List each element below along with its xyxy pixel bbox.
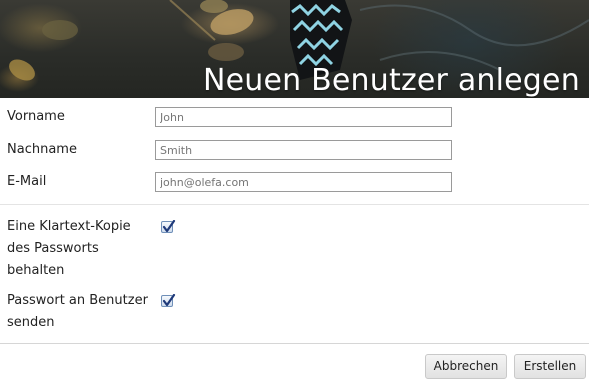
footer-divider [0,343,589,344]
email-input[interactable] [155,172,452,192]
checkmark-icon [162,294,176,307]
keep-plaintext-label-line-2: des Passworts [7,241,99,256]
keep-plaintext-label-line-1: Eine Klartext-Kopie [7,219,131,234]
send-password-label: Passwort an Benutzer senden [7,290,148,334]
first-name-label: Vorname [7,109,65,124]
section-divider [0,204,589,205]
dialog-title: Neuen Benutzer anlegen [203,63,580,98]
keep-plaintext-label-line-3: behalten [7,263,65,278]
header-image: Neuen Benutzer anlegen [0,0,589,98]
cancel-button[interactable]: Abbrechen [425,354,507,379]
create-button[interactable]: Erstellen [514,354,586,379]
send-password-label-line-2: senden [7,315,55,330]
email-label: E-Mail [7,174,47,189]
keep-plaintext-checkbox[interactable] [161,220,176,233]
keep-plaintext-label: Eine Klartext-Kopie des Passworts behalt… [7,216,131,282]
last-name-input[interactable] [155,140,452,160]
last-name-label: Nachname [7,142,77,157]
checkmark-icon [162,220,176,233]
first-name-input[interactable] [155,107,452,127]
send-password-label-line-1: Passwort an Benutzer [7,293,148,308]
send-password-checkbox[interactable] [161,294,176,307]
